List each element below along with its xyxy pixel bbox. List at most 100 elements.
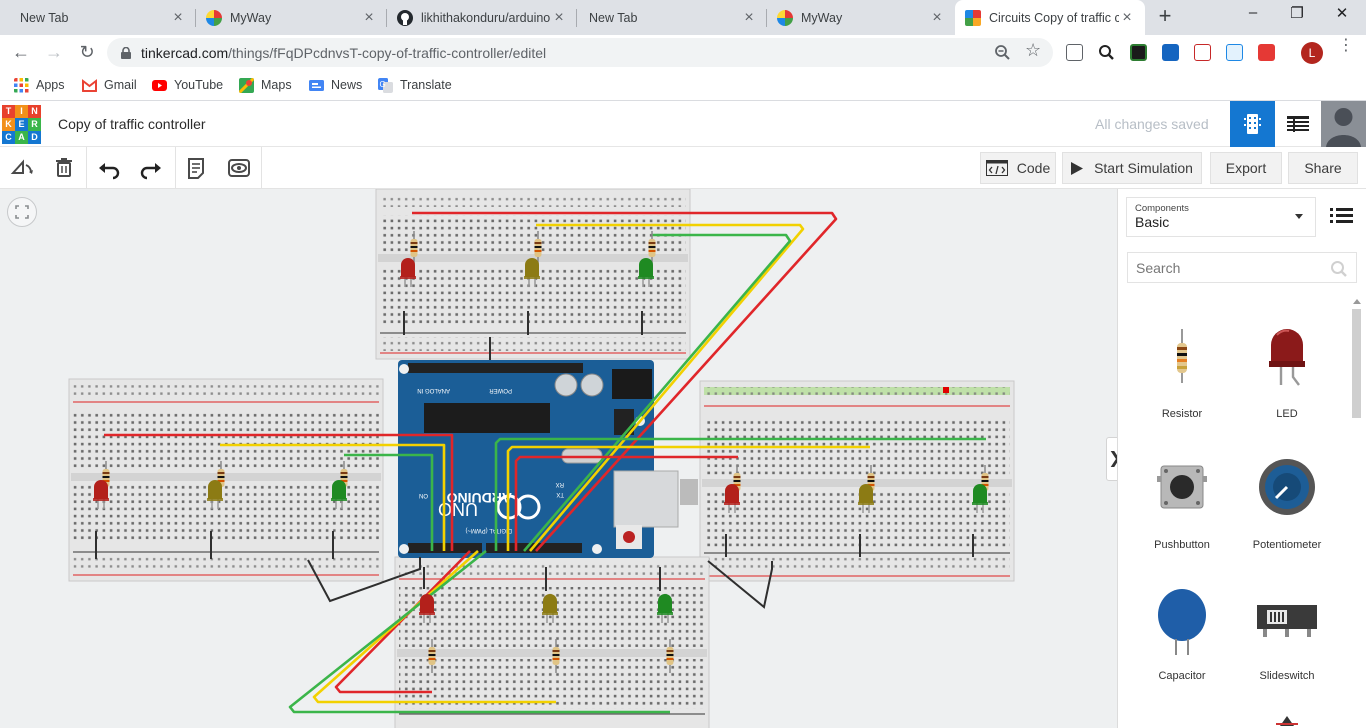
menu-kebab-icon[interactable]: ⋮ (1338, 38, 1354, 54)
bookmark-label: Gmail (104, 78, 137, 92)
circuit-view-button[interactable] (1230, 101, 1275, 147)
start-simulation-button[interactable]: Start Simulation (1062, 152, 1202, 184)
close-icon[interactable]: × (741, 9, 757, 27)
close-icon[interactable]: × (361, 9, 377, 27)
notes-icon[interactable] (181, 153, 211, 183)
export-button[interactable]: Export (1210, 152, 1282, 184)
new-tab-button[interactable]: + (1154, 5, 1176, 28)
component-resistor[interactable]: Resistor (1134, 315, 1230, 435)
extension-notes-icon[interactable] (1066, 44, 1083, 61)
browser-tab[interactable]: New Tab × (577, 0, 767, 35)
back-icon[interactable]: ← (8, 39, 34, 65)
code-button[interactable]: Code (980, 152, 1056, 184)
digital-pins-label: DIGITAL (PWM~) (465, 527, 512, 533)
components-dropdown[interactable]: Components Basic (1126, 197, 1316, 237)
collapse-panel-button[interactable]: ❯ (1106, 437, 1117, 481)
power-label: POWER (489, 387, 512, 393)
extension-find-icon[interactable] (1162, 44, 1179, 61)
undo-icon[interactable] (94, 153, 124, 183)
breadboard-right[interactable] (699, 380, 1015, 582)
component-label: Pushbutton (1154, 539, 1210, 551)
components-caption: Components (1135, 203, 1189, 214)
analog-in-label: ANALOG IN (417, 387, 450, 393)
trash-icon[interactable] (49, 153, 79, 183)
forward-icon[interactable]: → (41, 39, 67, 65)
extension-acrobat-icon[interactable] (1194, 44, 1211, 61)
bookmark-maps[interactable]: Maps (239, 76, 292, 94)
bookmark-youtube[interactable]: YouTube (152, 76, 223, 94)
close-window-icon[interactable]: ✕ (1329, 4, 1355, 28)
list-view-icon[interactable] (1328, 203, 1356, 227)
redo-icon[interactable] (136, 153, 166, 183)
component-potentiometer[interactable]: Potentiometer (1239, 446, 1335, 566)
component-search-input[interactable]: Search (1127, 252, 1357, 283)
browser-tab[interactable]: MyWay × (196, 0, 387, 35)
scroll-up-icon[interactable] (1353, 299, 1361, 304)
component-pushbutton[interactable]: Pushbutton (1134, 446, 1230, 566)
extension-terminal-icon[interactable] (1130, 44, 1147, 61)
search-placeholder: Search (1136, 260, 1181, 276)
browser-toolbar: ← → ↻ tinkercad.com/things/fFqDPcdnvsT-c… (0, 35, 1366, 70)
bookmark-news[interactable]: News (309, 76, 362, 94)
minimize-icon[interactable]: – (1240, 4, 1266, 28)
led-icon (1269, 329, 1305, 386)
capacitor-icon (1158, 589, 1206, 655)
url-path: /things/fFqDPcdnvsT-copy-of-traffic-cont… (228, 44, 547, 61)
close-icon[interactable]: × (929, 9, 945, 27)
close-icon[interactable]: × (1119, 9, 1135, 27)
star-icon[interactable]: ☆ (1025, 40, 1041, 61)
close-icon[interactable]: × (170, 9, 186, 27)
component-list-view-button[interactable] (1275, 101, 1320, 147)
project-title[interactable]: Copy of traffic controller (58, 116, 206, 132)
component-label: Slideswitch (1259, 670, 1315, 682)
rx-label: RX (556, 481, 564, 487)
tinkercad-icon (965, 9, 981, 26)
rotate-icon[interactable] (7, 153, 37, 183)
github-icon (397, 9, 413, 26)
code-button-label: Code (1016, 160, 1051, 176)
potentiometer-icon (1259, 459, 1315, 515)
myway-icon (777, 9, 793, 26)
circuit-canvas[interactable]: ARDUINO UNO DIGITAL (PWM~) ANALOG IN POW… (0, 189, 1117, 728)
visibility-icon[interactable] (224, 153, 254, 183)
gmail-icon (82, 78, 97, 92)
panel-scrollbar[interactable] (1350, 299, 1362, 728)
bookmark-translate[interactable]: G Translate (378, 76, 452, 94)
more-components-icon (1276, 716, 1298, 726)
address-bar[interactable]: tinkercad.com/things/fFqDPcdnvsT-copy-of… (107, 38, 1053, 67)
close-icon[interactable]: × (551, 9, 567, 27)
component-slideswitch[interactable]: Slideswitch (1239, 577, 1335, 697)
profile-avatar[interactable]: L (1301, 42, 1323, 64)
zoom-icon[interactable] (994, 44, 1011, 61)
bookmark-label: Maps (261, 78, 292, 92)
extension-search-icon[interactable] (1098, 44, 1115, 61)
apps-grid-icon (14, 77, 29, 92)
component-led[interactable]: LED (1239, 315, 1335, 435)
breadboard-left[interactable] (68, 378, 384, 582)
search-icon[interactable] (1330, 260, 1348, 278)
export-label: Export (1225, 160, 1267, 176)
share-button[interactable]: Share (1288, 152, 1358, 184)
user-avatar[interactable] (1321, 101, 1366, 147)
extension-sync-icon[interactable] (1226, 44, 1243, 61)
pushbutton-icon (1157, 465, 1207, 509)
tab-title: MyWay (801, 10, 843, 25)
bookmarks-bar: Apps Gmail YouTube Maps News G Translate (0, 70, 1366, 101)
bookmark-gmail[interactable]: Gmail (82, 76, 137, 94)
scroll-thumb[interactable] (1352, 309, 1361, 418)
bookmark-apps[interactable]: Apps (14, 76, 65, 94)
extension-pdf-icon[interactable] (1258, 44, 1275, 61)
browser-tab[interactable]: MyWay × (767, 0, 955, 35)
component-capacitor[interactable]: Capacitor (1134, 577, 1230, 697)
restore-icon[interactable]: ❐ (1284, 4, 1310, 28)
code-editor-icon (985, 160, 1008, 176)
browser-tab[interactable]: New Tab × (0, 0, 196, 35)
reload-icon[interactable]: ↻ (74, 39, 100, 65)
tinkercad-logo[interactable]: T I N K E R C A D (2, 105, 41, 144)
browser-tab-active[interactable]: Circuits Copy of traffic c × (955, 0, 1145, 35)
browser-tab[interactable]: likhithakonduru/arduino × (387, 0, 577, 35)
lock-icon (121, 46, 131, 59)
components-panel: Components Basic Search Resistor LED Pus… (1117, 189, 1366, 728)
dropdown-caret-icon (1295, 214, 1303, 219)
tab-title: Circuits Copy of traffic c (989, 10, 1119, 25)
